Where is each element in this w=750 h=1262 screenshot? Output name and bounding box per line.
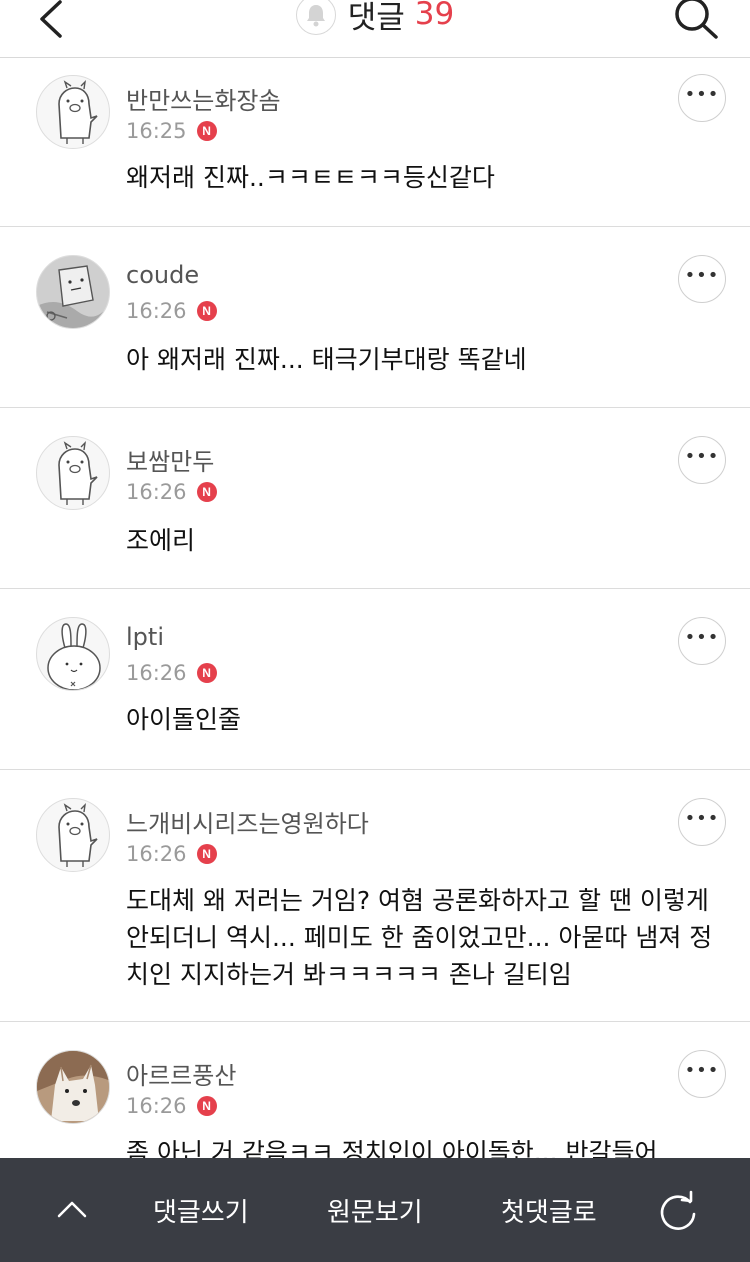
notification-toggle[interactable] (295, 0, 336, 35)
more-options-button[interactable]: ••• (678, 798, 726, 846)
search-button[interactable] (672, 0, 720, 40)
bell-icon (306, 5, 325, 27)
comment-nickname[interactable]: 아르르풍산 (126, 1056, 236, 1091)
comment-list[interactable]: 반만쓰는화장솜 16:25 N ••• 왜저래 진짜..ㅋㅋㅌㅌㅋㅋ등신같다 c… (0, 59, 750, 1159)
comment-meta: 16:25 N (126, 119, 217, 143)
avatar[interactable] (36, 436, 110, 510)
new-badge: N (196, 1096, 217, 1116)
comment-meta: 16:26 N (126, 299, 217, 323)
new-badge: N (196, 844, 217, 864)
page-title-group: 댓글 39 (0, 0, 750, 36)
more-dots-icon: ••• (684, 265, 720, 286)
comment-item: 느개비시리즈는영원하다 16:26 N ••• 도대체 왜 저러는 거임? 여혐… (0, 770, 750, 1022)
comment-nickname[interactable]: 보쌈만두 (126, 442, 214, 477)
more-dots-icon: ••• (684, 84, 720, 105)
comment-time: 16:25 (126, 119, 187, 143)
comment-time: 16:26 (126, 842, 187, 866)
pig-avatar-icon (58, 803, 98, 867)
top-nav-bar: 댓글 39 (0, 0, 750, 58)
comment-body: 왜저래 진짜..ㅋㅋㅌㅌㅋㅋ등신같다 (126, 163, 495, 192)
comment-item: 아르르풍산 16:26 N ••• 좀 아닌 거 같음ㅋㅋ 정치인이 아이돌한.… (0, 1022, 750, 1159)
sketch-photo-avatar-icon (37, 256, 109, 328)
rabbit-avatar-icon (47, 623, 101, 690)
avatar[interactable] (36, 75, 110, 149)
comment-meta: 16:26 N (126, 1094, 217, 1118)
pig-avatar-icon (58, 441, 98, 505)
avatar[interactable] (36, 798, 110, 872)
avatar[interactable] (36, 1050, 110, 1124)
more-dots-icon: ••• (684, 627, 720, 648)
comment-time: 16:26 (126, 299, 187, 323)
search-icon (675, 0, 718, 39)
new-badge: N (196, 482, 217, 502)
comment-item: 보쌈만두 16:26 N ••• 조에리 (0, 408, 750, 589)
chevron-up-icon (57, 1201, 87, 1218)
avatar[interactable] (36, 255, 110, 329)
more-dots-icon: ••• (684, 1060, 720, 1081)
comment-time: 16:26 (126, 480, 187, 504)
comment-body: 아이돌인줄 (126, 705, 242, 734)
avatar[interactable] (36, 617, 110, 691)
scroll-top-button[interactable] (52, 1192, 92, 1228)
comment-meta: 16:26 N (126, 842, 217, 866)
write-comment-button[interactable]: 댓글쓰기 (153, 1192, 249, 1229)
more-options-button[interactable]: ••• (678, 74, 726, 122)
comment-nickname[interactable]: 반만쓰는화장솜 (126, 81, 281, 116)
comment-body: 좀 아닌 거 같음ㅋㅋ 정치인이 아이돌한... 반갈들어 (126, 1138, 658, 1159)
more-options-button[interactable]: ••• (678, 255, 726, 303)
comment-body: 조에리 (126, 526, 196, 555)
comment-body: 도대체 왜 저러는 거임? 여혐 공론화하자고 할 땐 이렇게 안되더니 역시.… (126, 886, 713, 989)
refresh-icon (660, 1190, 696, 1230)
more-options-button[interactable]: ••• (678, 436, 726, 484)
comment-item: 반만쓰는화장솜 16:25 N ••• 왜저래 진짜..ㅋㅋㅌㅌㅋㅋ등신같다 (0, 59, 750, 227)
pig-avatar-icon (58, 80, 98, 144)
new-badge: N (196, 301, 217, 321)
comment-nickname[interactable]: coude (126, 261, 199, 289)
new-badge: N (196, 121, 217, 141)
refresh-button[interactable] (656, 1190, 700, 1234)
new-badge: N (196, 663, 217, 683)
page-title: 댓글 (347, 0, 405, 36)
bottom-action-bar: 댓글쓰기 원문보기 첫댓글로 (0, 1158, 750, 1262)
more-dots-icon: ••• (684, 808, 720, 829)
comment-count: 39 (414, 0, 455, 32)
comment-item: coude 16:26 N ••• 아 왜저래 진짜... 태극기부대랑 똑같네 (0, 227, 750, 408)
comment-time: 16:26 (126, 661, 187, 685)
comment-meta: 16:26 N (126, 661, 217, 685)
comment-meta: 16:26 N (126, 480, 217, 504)
view-original-button[interactable]: 원문보기 (327, 1192, 423, 1229)
more-options-button[interactable]: ••• (678, 617, 726, 665)
more-dots-icon: ••• (684, 446, 720, 467)
first-comment-button[interactable]: 첫댓글로 (501, 1192, 597, 1229)
comment-time: 16:26 (126, 1094, 187, 1118)
more-options-button[interactable]: ••• (678, 1050, 726, 1098)
comment-nickname[interactable]: 느개비시리즈는영원하다 (126, 804, 369, 839)
comment-nickname[interactable]: lpti (126, 623, 164, 651)
comment-body: 아 왜저래 진짜... 태극기부대랑 똑같네 (126, 345, 527, 374)
dog-photo-avatar-icon (37, 1051, 109, 1123)
comment-item: lpti 16:26 N ••• 아이돌인줄 (0, 589, 750, 770)
